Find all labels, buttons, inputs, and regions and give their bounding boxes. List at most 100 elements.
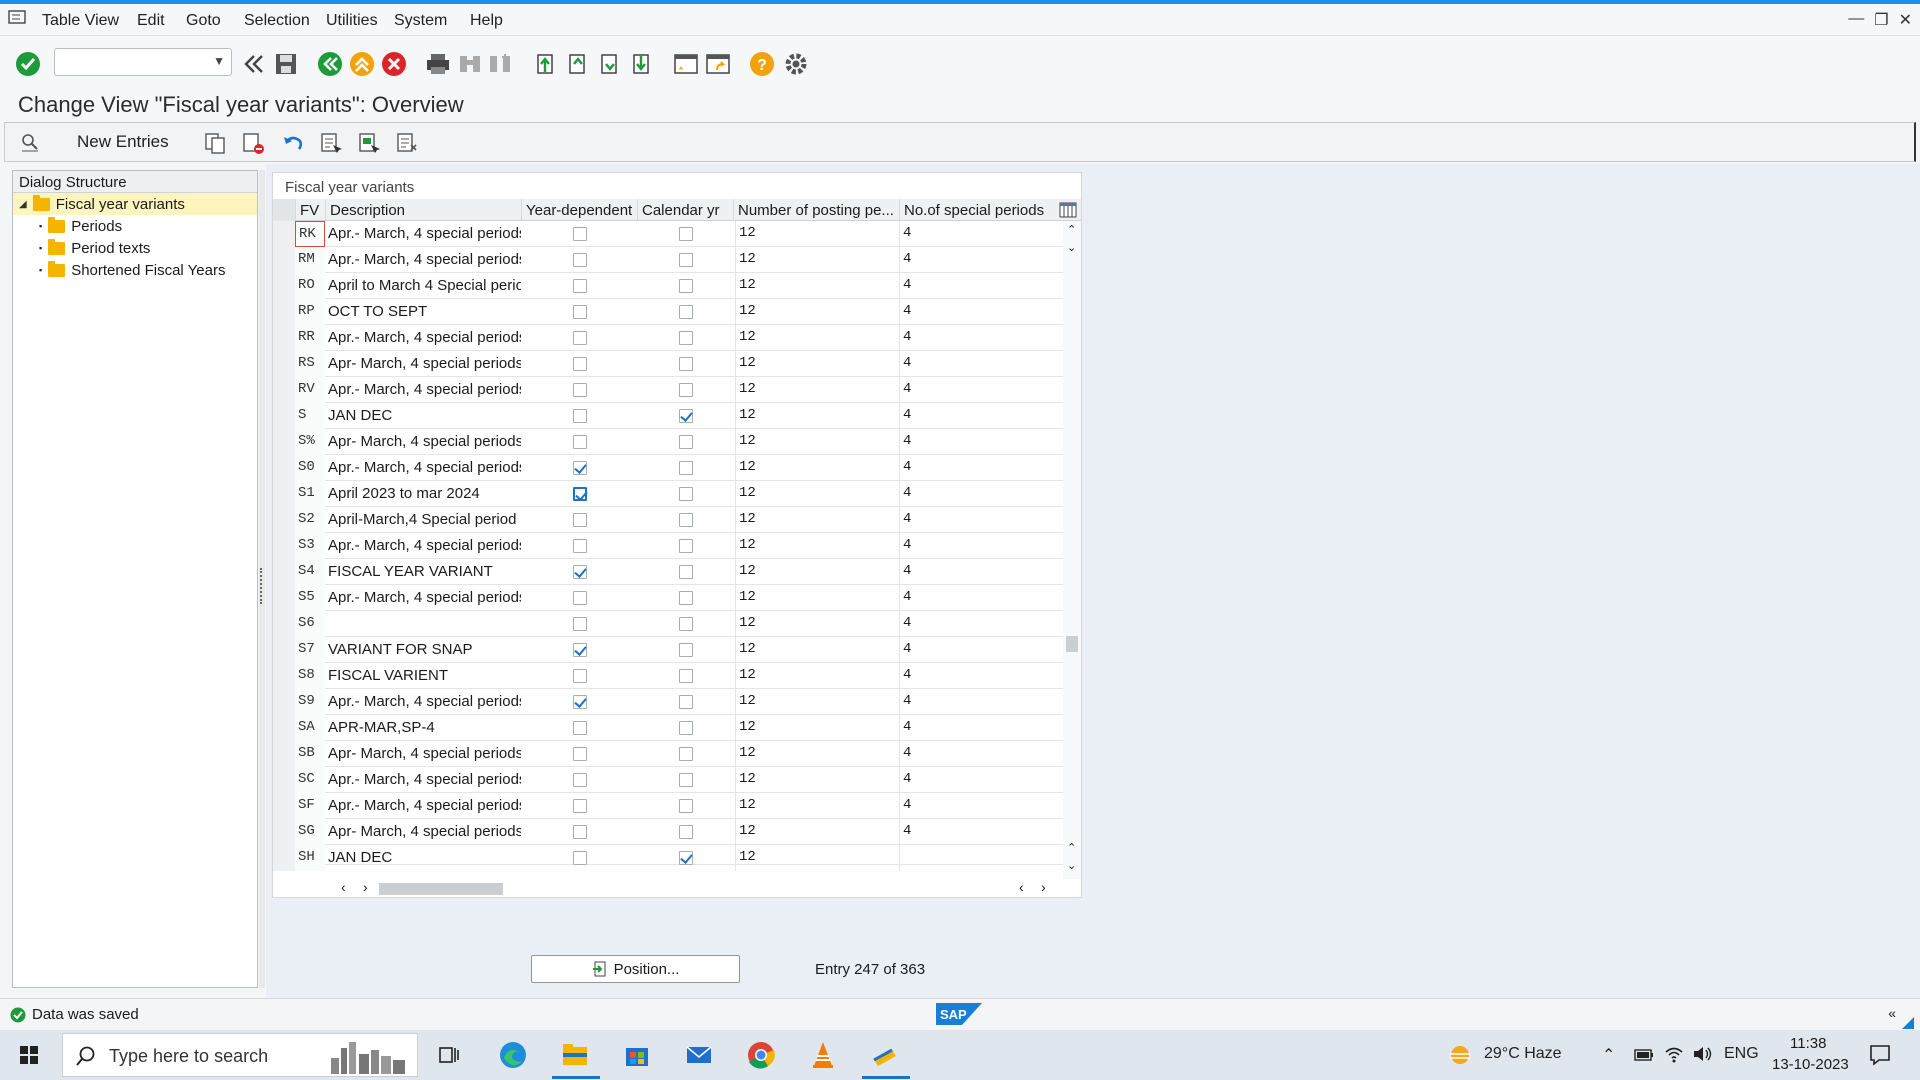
sap-logon-icon[interactable] bbox=[868, 1038, 902, 1072]
table-row[interactable]: RP OCT TO SEPT 12 4 bbox=[273, 299, 1063, 325]
position-button[interactable]: Position... bbox=[531, 955, 740, 983]
find-icon[interactable] bbox=[456, 50, 484, 78]
table-row[interactable]: SF Apr.- March, 4 special periods 12 4 bbox=[273, 793, 1063, 819]
special-periods-cell[interactable]: 4 bbox=[899, 663, 1059, 689]
posting-periods-cell[interactable]: 12 bbox=[735, 715, 899, 741]
description-cell[interactable]: Apr.- March, 4 special periods bbox=[325, 533, 521, 559]
weather-text[interactable]: 29°C Haze bbox=[1484, 1045, 1562, 1063]
fv-cell[interactable]: RK bbox=[295, 221, 325, 247]
table-row[interactable]: S4 FISCAL YEAR VARIANT 12 4 bbox=[273, 559, 1063, 585]
special-periods-cell[interactable]: 4 bbox=[899, 741, 1059, 767]
special-periods-cell[interactable]: 4 bbox=[899, 325, 1059, 351]
fv-cell[interactable]: S7 bbox=[295, 637, 325, 663]
special-periods-cell[interactable]: 4 bbox=[899, 793, 1059, 819]
next-page-icon[interactable] bbox=[596, 50, 624, 78]
store-icon[interactable] bbox=[620, 1038, 654, 1072]
description-cell[interactable]: Apr.- March, 4 special periods bbox=[325, 221, 521, 247]
description-cell[interactable]: Apr.- March, 4 special periods bbox=[325, 585, 521, 611]
posting-periods-cell[interactable]: 12 bbox=[735, 481, 899, 507]
year-dependent-checkbox[interactable] bbox=[573, 565, 587, 579]
year-dependent-checkbox[interactable] bbox=[573, 825, 587, 839]
fv-cell[interactable]: RO bbox=[295, 273, 325, 299]
chrome-browser-icon[interactable] bbox=[744, 1038, 778, 1072]
row-selector[interactable] bbox=[273, 247, 295, 273]
year-dependent-checkbox[interactable] bbox=[573, 331, 587, 345]
tree-node-fiscal-year-variants[interactable]: ◢ Fiscal year variants bbox=[13, 193, 257, 215]
fv-cell[interactable]: SB bbox=[295, 741, 325, 767]
special-periods-cell[interactable]: 4 bbox=[899, 637, 1059, 663]
special-periods-cell[interactable]: 4 bbox=[899, 299, 1059, 325]
file-explorer-icon[interactable] bbox=[558, 1038, 592, 1072]
row-selector[interactable] bbox=[273, 377, 295, 403]
fv-cell[interactable]: RR bbox=[295, 325, 325, 351]
row-selector[interactable] bbox=[273, 351, 295, 377]
row-selector[interactable] bbox=[273, 403, 295, 429]
description-cell[interactable]: Apr.- March, 4 special periods bbox=[325, 793, 521, 819]
scroll-right-icon[interactable]: › bbox=[363, 879, 368, 895]
help-icon[interactable]: ? bbox=[748, 50, 776, 78]
fv-cell[interactable]: RS bbox=[295, 351, 325, 377]
table-row[interactable]: S7 VARIANT FOR SNAP 12 4 bbox=[273, 637, 1063, 663]
last-page-icon[interactable] bbox=[628, 50, 656, 78]
column-settings-icon[interactable] bbox=[1059, 201, 1077, 219]
table-row[interactable]: RR Apr.- March, 4 special periods 12 4 bbox=[273, 325, 1063, 351]
fv-cell[interactable]: SF bbox=[295, 793, 325, 819]
delete-icon[interactable] bbox=[241, 131, 265, 155]
row-selector[interactable] bbox=[273, 767, 295, 793]
notifications-icon[interactable] bbox=[1868, 1043, 1892, 1067]
year-dependent-checkbox[interactable] bbox=[573, 487, 587, 501]
row-selector[interactable] bbox=[273, 481, 295, 507]
special-periods-cell[interactable]: 4 bbox=[899, 481, 1059, 507]
description-cell[interactable]: FISCAL VARIENT bbox=[325, 663, 521, 689]
description-cell[interactable]: Apr- March, 4 special periods bbox=[325, 741, 521, 767]
expand-arrow-icon[interactable]: ◢ bbox=[19, 199, 27, 210]
posting-periods-cell[interactable]: 12 bbox=[735, 533, 899, 559]
scroll-left-icon[interactable]: ‹ bbox=[341, 879, 346, 895]
special-periods-cell[interactable]: 4 bbox=[899, 585, 1059, 611]
table-row[interactable]: SB Apr- March, 4 special periods 12 4 bbox=[273, 741, 1063, 767]
collapse-status-icon[interactable]: « bbox=[1888, 1005, 1896, 1021]
fv-cell[interactable]: S8 bbox=[295, 663, 325, 689]
year-dependent-checkbox[interactable] bbox=[573, 279, 587, 293]
special-periods-cell[interactable]: 4 bbox=[899, 221, 1059, 247]
cancel-icon[interactable] bbox=[380, 50, 408, 78]
special-periods-cell[interactable]: 4 bbox=[899, 767, 1059, 793]
year-dependent-checkbox[interactable] bbox=[573, 409, 587, 423]
undo-icon[interactable] bbox=[281, 131, 305, 155]
back-icon[interactable] bbox=[316, 50, 344, 78]
scroll-up-icon[interactable]: ⌃ bbox=[1067, 223, 1076, 236]
menu-edit[interactable]: Edit bbox=[137, 12, 165, 30]
minimize-icon[interactable]: — bbox=[1848, 10, 1864, 30]
special-periods-cell[interactable]: 4 bbox=[899, 377, 1059, 403]
calendar-year-checkbox[interactable] bbox=[679, 851, 693, 865]
table-row[interactable]: S9 Apr.- March, 4 special periods 12 4 bbox=[273, 689, 1063, 715]
fv-cell[interactable]: S3 bbox=[295, 533, 325, 559]
table-row[interactable]: RK Apr.- March, 4 special periods 12 4 bbox=[273, 221, 1063, 247]
calendar-year-checkbox[interactable] bbox=[679, 357, 693, 371]
create-session-icon[interactable] bbox=[672, 50, 700, 78]
year-dependent-checkbox[interactable] bbox=[573, 851, 587, 865]
special-periods-cell[interactable]: 4 bbox=[899, 351, 1059, 377]
close-window-icon[interactable]: ✕ bbox=[1899, 10, 1912, 30]
year-dependent-checkbox[interactable] bbox=[573, 591, 587, 605]
menu-goto[interactable]: Goto bbox=[186, 12, 221, 30]
calendar-year-checkbox[interactable] bbox=[679, 487, 693, 501]
deselect-all-icon[interactable] bbox=[395, 131, 419, 155]
description-cell[interactable]: JAN DEC bbox=[325, 403, 521, 429]
year-dependent-checkbox[interactable] bbox=[573, 461, 587, 475]
special-periods-cell[interactable]: 4 bbox=[899, 403, 1059, 429]
fv-cell[interactable]: RV bbox=[295, 377, 325, 403]
copy-as-icon[interactable] bbox=[203, 131, 227, 155]
first-page-icon[interactable] bbox=[532, 50, 560, 78]
tree-node-period-texts[interactable]: ▪ Period texts bbox=[13, 237, 257, 259]
description-cell[interactable]: Apr- March, 4 special periods bbox=[325, 819, 521, 845]
fv-cell[interactable]: S5 bbox=[295, 585, 325, 611]
year-dependent-checkbox[interactable] bbox=[573, 773, 587, 787]
calendar-year-checkbox[interactable] bbox=[679, 591, 693, 605]
calendar-year-checkbox[interactable] bbox=[679, 253, 693, 267]
description-cell[interactable]: Apr.- March, 4 special periods bbox=[325, 325, 521, 351]
row-selector[interactable] bbox=[273, 741, 295, 767]
restore-icon[interactable]: ❐ bbox=[1874, 10, 1888, 30]
fv-cell[interactable]: SA bbox=[295, 715, 325, 741]
fv-cell[interactable]: S1 bbox=[295, 481, 325, 507]
